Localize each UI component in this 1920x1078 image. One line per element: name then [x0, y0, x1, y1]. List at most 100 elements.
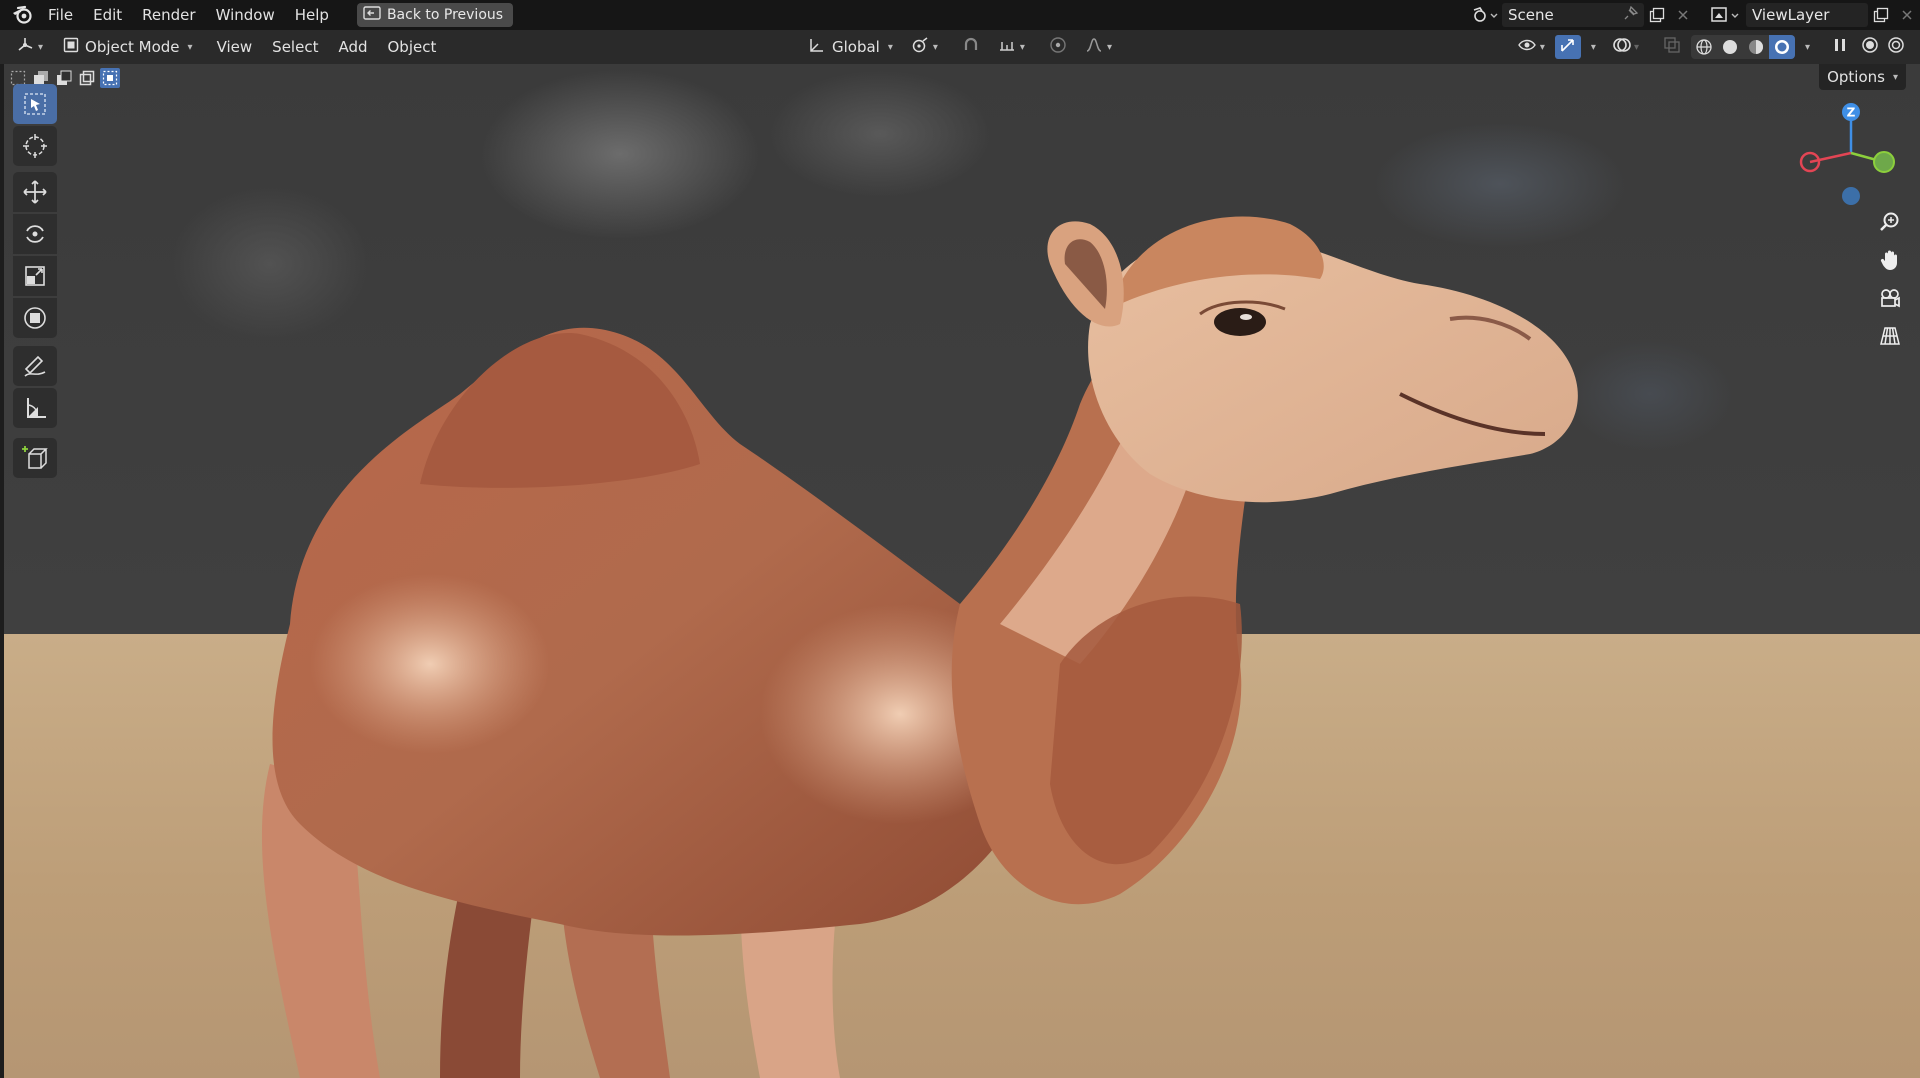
- gizmo-neg-z[interactable]: [1842, 187, 1860, 205]
- zoom-magnifier-icon: [1880, 212, 1899, 231]
- menu-object[interactable]: Object: [378, 38, 447, 56]
- proportional-editing-icon: [1049, 36, 1067, 58]
- chevron-down-icon: ▾: [1539, 41, 1545, 53]
- back-screen-icon: [363, 6, 381, 24]
- 3d-viewport[interactable]: Options ▾ Z: [0, 64, 1920, 1078]
- delete-view-layer-icon[interactable]: [1894, 3, 1920, 27]
- view-layer-selector-icon[interactable]: [1706, 3, 1746, 27]
- gizmo-z-label: Z: [1847, 106, 1856, 120]
- transform-tool[interactable]: [13, 298, 57, 338]
- render-pass-toggle[interactable]: [1884, 35, 1908, 59]
- menu-render[interactable]: Render: [132, 0, 205, 30]
- falloff-curve-icon: [1085, 36, 1105, 58]
- gizmo-toggle[interactable]: [1554, 35, 1581, 59]
- zoom-view-button[interactable]: [1874, 206, 1906, 238]
- editor-type-button[interactable]: ▾: [8, 35, 51, 59]
- ruler-icon: [27, 398, 46, 418]
- select-box-tool[interactable]: [13, 84, 57, 124]
- menu-select[interactable]: Select: [262, 38, 328, 56]
- orientation-axes-icon: [808, 36, 826, 58]
- chevron-down-icon: ▾: [1804, 41, 1810, 53]
- chevron-down-icon: ▾: [887, 41, 893, 53]
- menu-edit[interactable]: Edit: [83, 0, 132, 30]
- back-to-previous-button[interactable]: Back to Previous: [356, 3, 514, 27]
- magnet-icon: [962, 36, 980, 58]
- menu-window[interactable]: Window: [206, 0, 285, 30]
- pause-render-button[interactable]: [1824, 35, 1856, 59]
- blender-logo-icon[interactable]: [8, 0, 38, 30]
- scene-name: Scene: [1508, 6, 1554, 24]
- view-layer-field[interactable]: ViewLayer: [1746, 3, 1868, 27]
- transform-icon: [24, 307, 46, 329]
- gizmo-options-dropdown[interactable]: ▾: [1583, 35, 1602, 59]
- scale-icon: [25, 266, 45, 286]
- pencil-icon: [24, 355, 46, 377]
- rendered-shading-icon[interactable]: [1768, 35, 1795, 59]
- cursor-tool[interactable]: [13, 126, 57, 166]
- 3d-viewport-icon: [16, 36, 36, 58]
- options-label: Options: [1827, 68, 1885, 86]
- add-cube-icon: [22, 446, 48, 469]
- measure-tool[interactable]: [13, 388, 57, 428]
- chevron-down-icon: ▾: [38, 41, 44, 53]
- object-mode-icon: [63, 37, 79, 57]
- new-view-layer-icon[interactable]: [1868, 3, 1894, 27]
- menu-help[interactable]: Help: [285, 0, 339, 30]
- scene-selector-icon[interactable]: [1468, 3, 1502, 27]
- pin-icon[interactable]: [1624, 5, 1639, 24]
- viewport-left-border: [0, 64, 4, 1078]
- menu-add[interactable]: Add: [328, 38, 377, 56]
- select-difference-icon[interactable]: [77, 68, 97, 88]
- record-icon: [1861, 36, 1879, 58]
- scene-name-field[interactable]: Scene: [1502, 3, 1644, 27]
- render-region-toggle[interactable]: [1858, 35, 1882, 59]
- rotate-tool[interactable]: [13, 214, 57, 254]
- snap-target-selector[interactable]: ▾: [990, 35, 1033, 59]
- gizmo-y[interactable]: [1873, 151, 1895, 173]
- scale-tool[interactable]: [13, 256, 57, 296]
- pause-icon: [1832, 37, 1848, 57]
- hand-icon: [1880, 250, 1897, 270]
- menu-view[interactable]: View: [207, 38, 263, 56]
- new-scene-icon[interactable]: [1644, 3, 1670, 27]
- shading-options-dropdown[interactable]: ▾: [1797, 35, 1816, 59]
- top-menu-bar: File Edit Render Window Help Back to Pre…: [0, 0, 1920, 30]
- camel-render: [261, 216, 1578, 1078]
- overlays-icon: [1612, 36, 1632, 58]
- options-dropdown[interactable]: Options ▾: [1819, 64, 1906, 90]
- pivot-point-selector[interactable]: ▾: [903, 35, 946, 59]
- chevron-down-icon: ▾: [1106, 41, 1112, 53]
- overlays-toggle[interactable]: ▾: [1604, 35, 1647, 59]
- mode-selector[interactable]: Object Mode ▾: [55, 35, 201, 59]
- material-preview-shading-icon[interactable]: [1743, 35, 1769, 59]
- perspective-toggle-button[interactable]: [1874, 320, 1906, 352]
- chevron-down-icon: ▾: [1892, 71, 1898, 83]
- transform-orientation-selector[interactable]: Global ▾: [800, 35, 901, 59]
- delete-scene-icon[interactable]: [1670, 3, 1696, 27]
- add-cube-tool[interactable]: [13, 438, 57, 478]
- viewport-header: ▾ Object Mode ▾ View Select Add Object G…: [0, 30, 1920, 64]
- mode-label: Object Mode: [85, 38, 180, 56]
- move-arrows-icon: [23, 180, 47, 204]
- chevron-down-icon: ▾: [932, 41, 938, 53]
- select-intersect-icon[interactable]: [100, 68, 120, 88]
- proportional-falloff-selector[interactable]: ▾: [1077, 35, 1120, 59]
- select-subtract-icon[interactable]: [54, 68, 74, 88]
- camera-icon: [1881, 289, 1900, 308]
- camera-view-button[interactable]: [1874, 282, 1906, 314]
- navigation-gizmo[interactable]: Z: [1796, 98, 1906, 208]
- pan-view-button[interactable]: [1874, 244, 1906, 276]
- wireframe-shading-icon[interactable]: [1691, 35, 1717, 59]
- visibility-selector[interactable]: ▾: [1510, 35, 1553, 59]
- eye-visibility-icon: [1518, 37, 1538, 57]
- snap-toggle[interactable]: [954, 35, 988, 59]
- 3d-cursor-icon: [23, 134, 47, 158]
- move-tool[interactable]: [13, 172, 57, 212]
- solid-shading-icon[interactable]: [1717, 35, 1743, 59]
- proportional-editing-toggle[interactable]: [1041, 35, 1075, 59]
- xray-icon: [1663, 36, 1681, 58]
- shading-mode-group: [1690, 35, 1795, 59]
- xray-toggle[interactable]: [1655, 35, 1689, 59]
- menu-file[interactable]: File: [38, 0, 83, 30]
- annotate-tool[interactable]: [13, 346, 57, 386]
